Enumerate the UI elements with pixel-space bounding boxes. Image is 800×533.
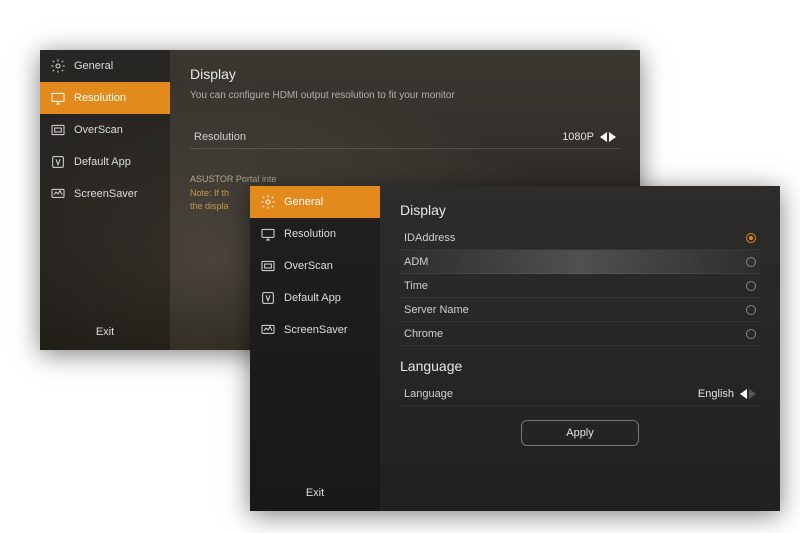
overscan-icon — [260, 258, 276, 274]
option-label: Chrome — [404, 328, 443, 340]
apply-button[interactable]: Apply — [521, 420, 639, 446]
resolution-label: Resolution — [194, 131, 246, 143]
sidebar-item-label: ScreenSaver — [284, 324, 348, 336]
resolution-value: 1080P — [562, 131, 594, 143]
option-label: Time — [404, 280, 428, 292]
display-option-adm[interactable]: ADM — [400, 250, 760, 274]
section-title-display: Display — [400, 202, 760, 218]
display-option-chrome[interactable]: Chrome — [400, 322, 760, 346]
sidebar-item-label: Default App — [74, 156, 131, 168]
exit-button[interactable]: Exit — [250, 475, 380, 511]
sidebar-item-overscan[interactable]: OverScan — [40, 114, 170, 146]
sidebar: General Resolution OverScan Default App … — [40, 50, 170, 350]
sidebar-item-label: OverScan — [284, 260, 333, 272]
helper-text: You can configure HDMI output resolution… — [190, 90, 620, 101]
language-row[interactable]: Language English — [400, 382, 760, 406]
sidebar-item-default-app[interactable]: Default App — [40, 146, 170, 178]
sidebar-item-label: Resolution — [284, 228, 336, 240]
sidebar-item-general[interactable]: General — [250, 186, 380, 218]
screensaver-icon — [260, 322, 276, 338]
radio-icon[interactable] — [746, 281, 756, 291]
display-option-server-name[interactable]: Server Name — [400, 298, 760, 322]
arrow-left-icon[interactable] — [740, 389, 747, 399]
sidebar-item-label: General — [284, 196, 323, 208]
language-label: Language — [404, 388, 453, 400]
language-value: English — [698, 388, 734, 400]
sidebar-item-general[interactable]: General — [40, 50, 170, 82]
monitor-icon — [50, 90, 66, 106]
display-option-time[interactable]: Time — [400, 274, 760, 298]
section-title-display: Display — [190, 66, 620, 82]
option-label: IDAddress — [404, 232, 455, 244]
sidebar-item-default-app[interactable]: Default App — [250, 282, 380, 314]
main-panel: Display IDAddress ADM Time Server Name C… — [380, 186, 780, 511]
option-label: ADM — [404, 256, 428, 268]
screensaver-icon — [50, 186, 66, 202]
sidebar-item-resolution[interactable]: Resolution — [250, 218, 380, 250]
sidebar-item-label: OverScan — [74, 124, 123, 136]
sidebar-item-label: Resolution — [74, 92, 126, 104]
exit-button[interactable]: Exit — [40, 314, 170, 350]
gear-icon — [260, 194, 276, 210]
radio-icon[interactable] — [746, 329, 756, 339]
overscan-icon — [50, 122, 66, 138]
arrow-right-icon[interactable] — [609, 132, 616, 142]
sidebar-item-screensaver[interactable]: ScreenSaver — [250, 314, 380, 346]
arrow-left-icon[interactable] — [600, 132, 607, 142]
radio-icon[interactable] — [746, 233, 756, 243]
radio-icon[interactable] — [746, 257, 756, 267]
sidebar: General Resolution OverScan Default App … — [250, 186, 380, 511]
sidebar-item-label: General — [74, 60, 113, 72]
display-option-idaddress[interactable]: IDAddress — [400, 226, 760, 250]
sidebar-item-overscan[interactable]: OverScan — [250, 250, 380, 282]
sidebar-item-label: ScreenSaver — [74, 188, 138, 200]
sidebar-item-screensaver[interactable]: ScreenSaver — [40, 178, 170, 210]
resolution-row[interactable]: Resolution 1080P — [190, 125, 620, 149]
section-title-language: Language — [400, 358, 760, 374]
monitor-icon — [260, 226, 276, 242]
sidebar-item-resolution[interactable]: Resolution — [40, 82, 170, 114]
arrow-right-icon[interactable] — [749, 389, 756, 399]
option-label: Server Name — [404, 304, 469, 316]
sidebar-item-label: Default App — [284, 292, 341, 304]
app-icon — [50, 154, 66, 170]
radio-icon[interactable] — [746, 305, 756, 315]
app-icon — [260, 290, 276, 306]
gear-icon — [50, 58, 66, 74]
settings-window-general: General Resolution OverScan Default App … — [250, 186, 780, 511]
